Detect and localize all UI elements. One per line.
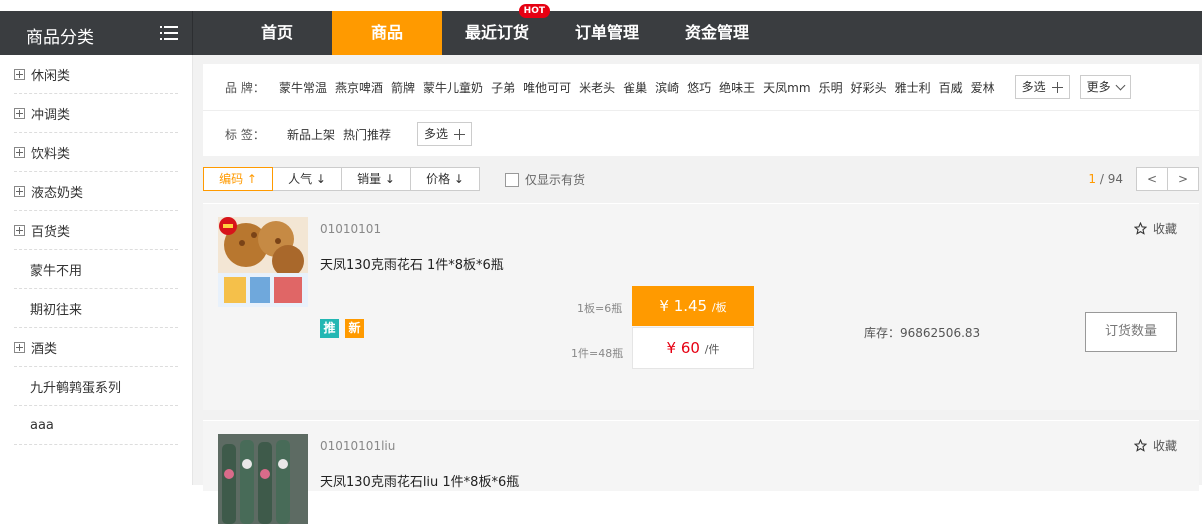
- top-strip: [0, 0, 1202, 11]
- next-page-button[interactable]: >: [1167, 167, 1199, 191]
- main-nav: 首页 商品 最近订货 HOT 订单管理 资金管理: [222, 4, 772, 55]
- brand-option[interactable]: 雀巢: [623, 79, 647, 96]
- brand-option[interactable]: 雅士利: [895, 79, 931, 96]
- product-tags: 推 新: [320, 319, 364, 338]
- sidebar-item-snacks[interactable]: 休闲类: [14, 55, 178, 94]
- sort-buttons: 编码 ↑ 人气 ↓ 销量 ↓ 价格 ↓: [203, 167, 480, 191]
- star-icon: [1133, 439, 1147, 452]
- brand-option[interactable]: 天凤mm: [763, 79, 810, 96]
- brand-option[interactable]: 子弟: [491, 79, 515, 96]
- brand-option[interactable]: 百威: [939, 79, 963, 96]
- brand-option[interactable]: 蒙牛儿童奶: [423, 79, 483, 96]
- product-thumbnail[interactable]: [218, 434, 308, 524]
- product-name[interactable]: 天凤130克雨花石liu 1件*8板*6瓶: [320, 471, 519, 490]
- hot-badge: HOT: [518, 4, 550, 18]
- product-thumbnail[interactable]: [218, 217, 308, 307]
- list-menu-icon[interactable]: [160, 25, 178, 41]
- tag-option-new[interactable]: 新品上架: [287, 126, 335, 143]
- plus-icon: [1051, 81, 1063, 93]
- product-code: 01010101liu: [320, 439, 396, 453]
- expand-plus-icon[interactable]: [14, 224, 25, 236]
- expand-plus-icon[interactable]: [14, 185, 25, 197]
- pagination: 1 / 94 < >: [1088, 167, 1199, 191]
- main-content: 品 牌： 蒙牛常温 燕京啤酒 箭牌 蒙牛儿童奶 子弟 唯他可可 米老头 雀巢 滨…: [193, 55, 1202, 524]
- sidebar-item-aaa[interactable]: aaa: [14, 406, 178, 445]
- favorite-button[interactable]: 收藏: [1133, 437, 1177, 454]
- big-unit-price-option[interactable]: ¥ 60 /件: [632, 327, 754, 369]
- in-stock-filter[interactable]: 仅显示有货: [505, 171, 585, 188]
- brand-more-button[interactable]: 更多: [1079, 75, 1131, 99]
- nav-order-management[interactable]: 订单管理: [552, 11, 662, 55]
- brand-option[interactable]: 蒙牛常温: [279, 79, 327, 96]
- chevron-down-icon: [1115, 80, 1126, 90]
- sidebar-item-brew[interactable]: 冲调类: [14, 94, 178, 133]
- brand-option[interactable]: 唯他可可: [523, 79, 571, 96]
- nav-products[interactable]: 商品: [332, 11, 442, 55]
- brand-option[interactable]: 绝味王: [719, 79, 755, 96]
- expand-plus-icon[interactable]: [14, 146, 25, 158]
- expand-plus-icon[interactable]: [14, 341, 25, 353]
- big-unit-conversion: 1件=48瓶: [571, 347, 624, 360]
- favorite-button[interactable]: 收藏: [1133, 220, 1177, 237]
- stock-quantity: 库存：96862506.83: [864, 326, 981, 340]
- product-code: 01010101: [320, 222, 382, 236]
- sidebar-item-liquid-milk[interactable]: 液态奶类: [14, 172, 178, 211]
- brand-filter-row: 品 牌： 蒙牛常温 燕京啤酒 箭牌 蒙牛儿童奶 子弟 唯他可可 米老头 雀巢 滨…: [203, 64, 1199, 110]
- tag-multi-select-button[interactable]: 多选: [417, 122, 473, 146]
- brand-label: 品 牌：: [225, 80, 265, 95]
- sort-bar: 编码 ↑ 人气 ↓ 销量 ↓ 价格 ↓ 仅显示有货 1 / 94 < >: [203, 167, 1199, 191]
- tag-filter-row: 标 签： 新品上架 热门推荐 多选: [203, 110, 1199, 157]
- sidebar-item-quail-eggs[interactable]: 九升鹌鹑蛋系列: [14, 367, 178, 406]
- brand-option[interactable]: 好彩头: [851, 79, 887, 96]
- sort-by-code-button[interactable]: 编码 ↑: [203, 167, 273, 191]
- category-sidebar: 休闲类 冲调类 饮料类 液态奶类 百货类 蒙牛不用 期初往来 酒类 九升鹌鹑蛋系…: [0, 55, 193, 485]
- nav-recent-orders[interactable]: 最近订货 HOT: [442, 4, 552, 55]
- brand-option[interactable]: 燕京啤酒: [335, 79, 383, 96]
- brand-option[interactable]: 滨崎: [655, 79, 679, 96]
- sidebar-item-liquor[interactable]: 酒类: [14, 328, 178, 367]
- brand-option[interactable]: 乐明: [819, 79, 843, 96]
- sort-by-price-button[interactable]: 价格 ↓: [410, 167, 480, 191]
- brand-option[interactable]: 悠巧: [687, 79, 711, 96]
- brand-option[interactable]: 爱林: [971, 79, 995, 96]
- prev-page-button[interactable]: <: [1136, 167, 1168, 191]
- filter-panel: 品 牌： 蒙牛常温 燕京啤酒 箭牌 蒙牛儿童奶 子弟 唯他可可 米老头 雀巢 滨…: [203, 64, 1199, 156]
- nav-home[interactable]: 首页: [222, 11, 332, 55]
- tag-label: 标 签：: [225, 127, 265, 142]
- sidebar-item-general-goods[interactable]: 百货类: [14, 211, 178, 250]
- recommend-badge: 推: [320, 319, 339, 338]
- order-quantity-button[interactable]: 订货数量: [1085, 312, 1177, 352]
- small-unit-conversion: 1板=6瓶: [577, 302, 623, 315]
- star-icon: [1133, 222, 1147, 235]
- product-name[interactable]: 天凤130克雨花石 1件*8板*6瓶: [320, 254, 504, 273]
- nav-fund-management[interactable]: 资金管理: [662, 11, 772, 55]
- brand-multi-select-button[interactable]: 多选: [1014, 75, 1070, 99]
- sidebar-item-drinks[interactable]: 饮料类: [14, 133, 178, 172]
- expand-plus-icon[interactable]: [14, 68, 25, 80]
- tag-option-hot[interactable]: 热门推荐: [343, 126, 391, 143]
- plus-icon: [454, 128, 466, 140]
- top-header: 商品分类 首页 商品 最近订货 HOT 订单管理 资金管理: [0, 4, 1202, 55]
- small-unit-price-option[interactable]: ¥ 1.45 /板: [632, 286, 754, 326]
- category-title: 商品分类: [26, 28, 94, 48]
- in-stock-checkbox[interactable]: [505, 172, 519, 187]
- product-card: 01010101 天凤130克雨花石 1件*8板*6瓶 收藏 推 新 1板=6瓶…: [203, 203, 1199, 410]
- sort-by-popularity-button[interactable]: 人气 ↓: [272, 167, 342, 191]
- page-indicator: 1 / 94: [1088, 172, 1123, 186]
- product-card: 01010101liu 天凤130克雨花石liu 1件*8板*6瓶 收藏: [203, 420, 1199, 524]
- category-header: 商品分类: [0, 11, 193, 55]
- brand-option[interactable]: 米老头: [579, 79, 615, 96]
- brand-option[interactable]: 箭牌: [391, 79, 415, 96]
- new-badge: 新: [345, 319, 364, 338]
- expand-plus-icon[interactable]: [14, 107, 25, 119]
- sidebar-item-opening-balance[interactable]: 期初往来: [14, 289, 178, 328]
- sort-by-sales-button[interactable]: 销量 ↓: [341, 167, 411, 191]
- sidebar-item-mengniu-unused[interactable]: 蒙牛不用: [14, 250, 178, 289]
